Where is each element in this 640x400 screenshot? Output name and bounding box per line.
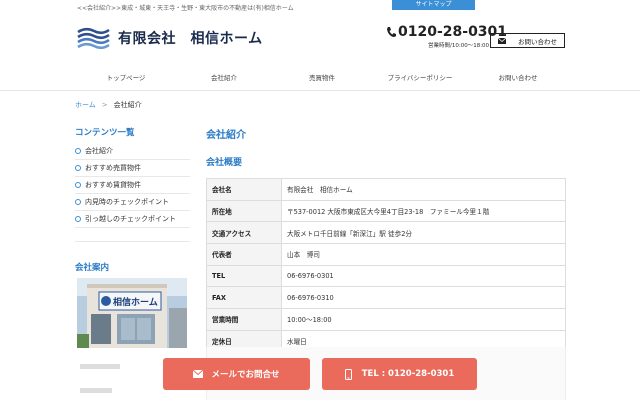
sidebar-item-company[interactable]: 会社紹介 (75, 143, 190, 160)
sidebar-item-label: 内見時のチェックポイント (85, 197, 169, 206)
mail-inquiry-button[interactable]: メールでお問合せ (163, 358, 310, 390)
sitemap-button[interactable]: サイトマップ (392, 0, 475, 10)
row-label: 営業時間 (206, 308, 282, 331)
mail-icon (498, 37, 506, 44)
phone-icon (387, 27, 396, 37)
store-photo: 相信ホーム (77, 278, 187, 348)
nav-item-sales[interactable]: 売買物件 (273, 66, 371, 90)
sidebar-faded-text (80, 388, 112, 393)
row-value: 大阪メトロ千日前線「新深江」駅 徒歩2分 (281, 221, 566, 245)
row-value: 10:00〜18:00 (281, 308, 566, 331)
table-row: FAX 06-6976-0310 (206, 286, 566, 310)
contact-button-label: お問い合わせ (518, 37, 557, 46)
sidebar-item-label: 会社紹介 (85, 146, 113, 155)
table-row: 営業時間 10:00〜18:00 (206, 308, 566, 331)
bullet-icon (75, 165, 81, 171)
table-row: 所在地 〒537-0012 大阪市東成区大今里4丁目23-18 ファミール今里１… (206, 199, 566, 223)
row-label: 代表者 (206, 243, 282, 266)
row-value: 06-6976-0301 (281, 264, 566, 288)
header-tagline: <<会社紹介>>東成・城東・天王寺・生野・東大阪市の不動産は(有)相信ホーム (77, 5, 294, 12)
smartphone-icon (344, 368, 352, 380)
bullet-icon (75, 148, 81, 154)
table-row: 会社名 有限会社 相信ホーム (206, 178, 566, 201)
breadcrumb: ホーム > 会社紹介 (75, 100, 142, 110)
global-nav: トップページ 会社紹介 売買物件 プライバシーポリシー お問い合わせ (77, 66, 567, 90)
sidebar-divider (75, 241, 190, 242)
row-value: 〒537-0012 大阪市東成区大今里4丁目23-18 ファミール今里１階 (281, 199, 566, 223)
row-value: 山本 博司 (281, 243, 566, 266)
table-row: TEL 06-6976-0301 (206, 264, 566, 288)
section-title: 会社概要 (206, 158, 243, 168)
sidebar-item-viewing-checkpoints[interactable]: 内見時のチェックポイント (75, 194, 190, 211)
store-sign-text: 相信ホーム (113, 296, 158, 308)
row-label: FAX (206, 286, 282, 310)
row-label: TEL (206, 264, 282, 288)
row-label: 交通アクセス (206, 221, 282, 245)
logo-wave-icon (77, 27, 110, 49)
header-phone[interactable]: 0120-28-0301 (386, 24, 507, 40)
row-value: 06-6976-0310 (281, 286, 566, 310)
bullet-icon (75, 216, 81, 222)
table-row: 交通アクセス 大阪メトロ千日前線「新深江」駅 徒歩2分 (206, 221, 566, 245)
row-value: 有限会社 相信ホーム (281, 178, 566, 201)
table-row: 代表者 山本 博司 (206, 243, 566, 266)
breadcrumb-separator: > (101, 101, 108, 109)
sidebar-item-label: 引っ越しのチェックポイント (85, 214, 176, 223)
bullet-icon (75, 182, 81, 188)
sidebar-faded-text (80, 364, 120, 369)
tel-inquiry-button[interactable]: TEL : 0120-28-0301 (322, 358, 477, 390)
mail-inquiry-label: メールでお問合せ (211, 370, 280, 380)
nav-item-top[interactable]: トップページ (77, 66, 175, 90)
sidebar-item-sale-properties[interactable]: おすすめ売買物件 (75, 160, 190, 177)
nav-item-privacy[interactable]: プライバシーポリシー (371, 66, 469, 90)
nav-item-company[interactable]: 会社紹介 (175, 66, 273, 90)
breadcrumb-current: 会社紹介 (113, 101, 142, 109)
breadcrumb-home[interactable]: ホーム (75, 101, 96, 109)
top-bar: <<会社紹介>>東成・城東・天王寺・生野・東大阪市の不動産は(有)相信ホーム サ… (0, 0, 640, 14)
sidebar-guide-title: 会社案内 (75, 263, 110, 273)
site-logo[interactable]: 有限会社 相信ホーム (77, 27, 263, 49)
sidebar-contents-title: コンテンツ一覧 (75, 128, 135, 138)
row-label: 所在地 (206, 199, 282, 223)
store-front-image: 相信ホーム (77, 278, 187, 348)
sidebar-item-label: おすすめ賃貸物件 (85, 180, 141, 189)
page-title: 会社紹介 (206, 130, 246, 141)
tel-inquiry-label: TEL : 0120-28-0301 (361, 369, 455, 379)
sidebar-menu: 会社紹介 おすすめ売買物件 おすすめ賃貸物件 内見時のチェックポイント 引っ越し… (75, 143, 190, 228)
logo-text: 有限会社 相信ホーム (118, 31, 263, 47)
company-info-table: 会社名 有限会社 相信ホーム 所在地 〒537-0012 大阪市東成区大今里4丁… (206, 178, 566, 353)
bullet-icon (75, 199, 81, 205)
sidebar-item-label: おすすめ売買物件 (85, 163, 141, 172)
row-label: 会社名 (206, 178, 282, 201)
nav-item-contact[interactable]: お問い合わせ (469, 66, 567, 90)
business-hours: 営業時間/10:00〜18:00 (428, 43, 490, 49)
contact-button[interactable]: お問い合わせ (490, 33, 565, 48)
mail-icon (193, 370, 204, 378)
sidebar-item-moving-checkpoints[interactable]: 引っ越しのチェックポイント (75, 211, 190, 228)
header-divider (0, 90, 640, 91)
sidebar-item-rental-properties[interactable]: おすすめ賃貸物件 (75, 177, 190, 194)
